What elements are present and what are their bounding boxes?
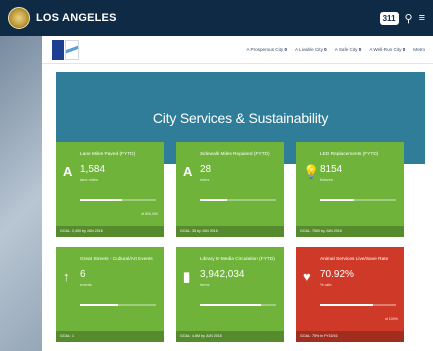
tile-value: 8154 xyxy=(320,164,343,175)
tile-subtitle: lane miles xyxy=(80,177,99,182)
heart-icon: ♥ xyxy=(303,269,311,284)
road-icon: A xyxy=(63,164,73,179)
hero-title: City Services & Sustainability xyxy=(152,110,329,126)
logo-stripe-block xyxy=(65,39,79,60)
tile-value: 70.92% xyxy=(320,269,354,280)
tile-progress-track xyxy=(200,199,276,201)
tile-value: 6 xyxy=(80,269,86,280)
tile-progress-bar xyxy=(80,304,118,306)
nav-link-safe-city[interactable]: A Safe City 0 xyxy=(335,47,362,52)
metric-tile-sidewalk-miles[interactable]: Sidewalk Miles Repaired (FYTD) A 28 mile… xyxy=(176,142,284,237)
tile-subtitle: fixtures xyxy=(320,177,333,182)
subnav-links: A Prosperous City 0 A Livable City 0 A S… xyxy=(246,47,425,52)
arrow-up-icon: ↑ xyxy=(63,269,70,284)
metric-tile-led-replacements[interactable]: LED Replacements (FYTD) 💡 8154 fixtures … xyxy=(296,142,404,237)
dashboard-logo[interactable] xyxy=(52,39,80,60)
nav-link-metro[interactable]: Metro xyxy=(413,47,425,52)
search-icon[interactable]: ⚲ xyxy=(405,12,413,25)
tablet-icon: ▮ xyxy=(183,269,191,284)
tile-subtitle: miles xyxy=(200,177,210,182)
tile-target-note: of 100% xyxy=(384,317,398,321)
menu-icon[interactable]: ≡ xyxy=(419,12,425,24)
tile-goal-footer: GOAL: 2,400 by JUN 2016 xyxy=(56,226,164,237)
tile-goal-footer: GOAL: 7500 by JUN 2016 xyxy=(296,226,404,237)
nav-link-prosperous-city[interactable]: A Prosperous City 0 xyxy=(246,47,287,52)
tile-value: 3,942,034 xyxy=(200,269,245,280)
tile-goal-footer: GOAL: 75% in FY15/16 xyxy=(296,331,404,342)
logo-blue-block xyxy=(52,39,64,60)
tile-progress-track xyxy=(320,304,396,306)
tile-subtitle: % rate xyxy=(320,282,332,287)
citybar-actions: 311 ⚲ ≡ xyxy=(379,11,425,25)
city-name[interactable]: LOS ANGELES xyxy=(36,12,117,24)
tile-title: Library E-Media Circulation (FYTD) xyxy=(200,257,275,262)
metric-tile-animal-services[interactable]: Animal Services Live/Save Rate ♥ 70.92% … xyxy=(296,247,404,342)
metric-tile-great-streets-events[interactable]: Great Streets - Cultural/Art Events ↑ 6 … xyxy=(56,247,164,342)
nav-link-livable-city[interactable]: A Livable City 0 xyxy=(295,47,327,52)
city-top-bar: LOS ANGELES 311 ⚲ ≡ xyxy=(0,0,433,36)
tile-progress-track xyxy=(80,304,156,306)
metric-tile-library-emedia[interactable]: Library E-Media Circulation (FYTD) ▮ 3,9… xyxy=(176,247,284,342)
tile-progress-bar xyxy=(320,304,374,306)
sidewalk-icon: A xyxy=(183,164,193,179)
tile-progress-track xyxy=(80,199,156,201)
lightbulb-icon: 💡 xyxy=(303,164,320,179)
badge-311-button[interactable]: 311 xyxy=(379,11,399,25)
tile-subtitle: events xyxy=(80,282,92,287)
tile-title: Great Streets - Cultural/Art Events xyxy=(80,257,153,262)
tile-target-note: of 800,000 xyxy=(141,212,158,216)
dashboard-subnav: A Prosperous City 0 A Livable City 0 A S… xyxy=(42,36,433,64)
metric-tile-lane-miles[interactable]: Lane Miles Paved (FYTD) A 1,584 lane mil… xyxy=(56,142,164,237)
tile-progress-bar xyxy=(320,199,355,201)
tile-progress-bar xyxy=(200,199,227,201)
tile-goal-footer: GOAL: 1 xyxy=(56,331,164,342)
tile-value: 1,584 xyxy=(80,164,106,175)
dashboard-page: A Prosperous City 0 A Livable City 0 A S… xyxy=(42,36,433,351)
city-seal-logo[interactable] xyxy=(8,7,30,29)
tile-goal-footer: GOAL: 35 by JUN 2016 xyxy=(176,226,284,237)
tile-title: Sidewalk Miles Repaired (FYTD) xyxy=(200,152,270,157)
tile-progress-bar xyxy=(80,199,122,201)
tile-progress-bar xyxy=(200,304,261,306)
tile-value: 28 xyxy=(200,164,212,175)
tile-goal-footer: GOAL: 4.8M by JUN 2016 xyxy=(176,331,284,342)
tile-title: Animal Services Live/Save Rate xyxy=(320,257,389,262)
tile-progress-track xyxy=(320,199,396,201)
tile-subtitle: items xyxy=(200,282,210,287)
tile-title: LED Replacements (FYTD) xyxy=(320,152,379,157)
nav-link-well-run-city[interactable]: A Well-Run City 0 xyxy=(369,47,405,52)
tile-progress-track xyxy=(200,304,276,306)
screenshot-frame: LOS ANGELES 311 ⚲ ≡ A Prosperous City 0 … xyxy=(0,0,433,351)
tile-title: Lane Miles Paved (FYTD) xyxy=(80,152,136,157)
